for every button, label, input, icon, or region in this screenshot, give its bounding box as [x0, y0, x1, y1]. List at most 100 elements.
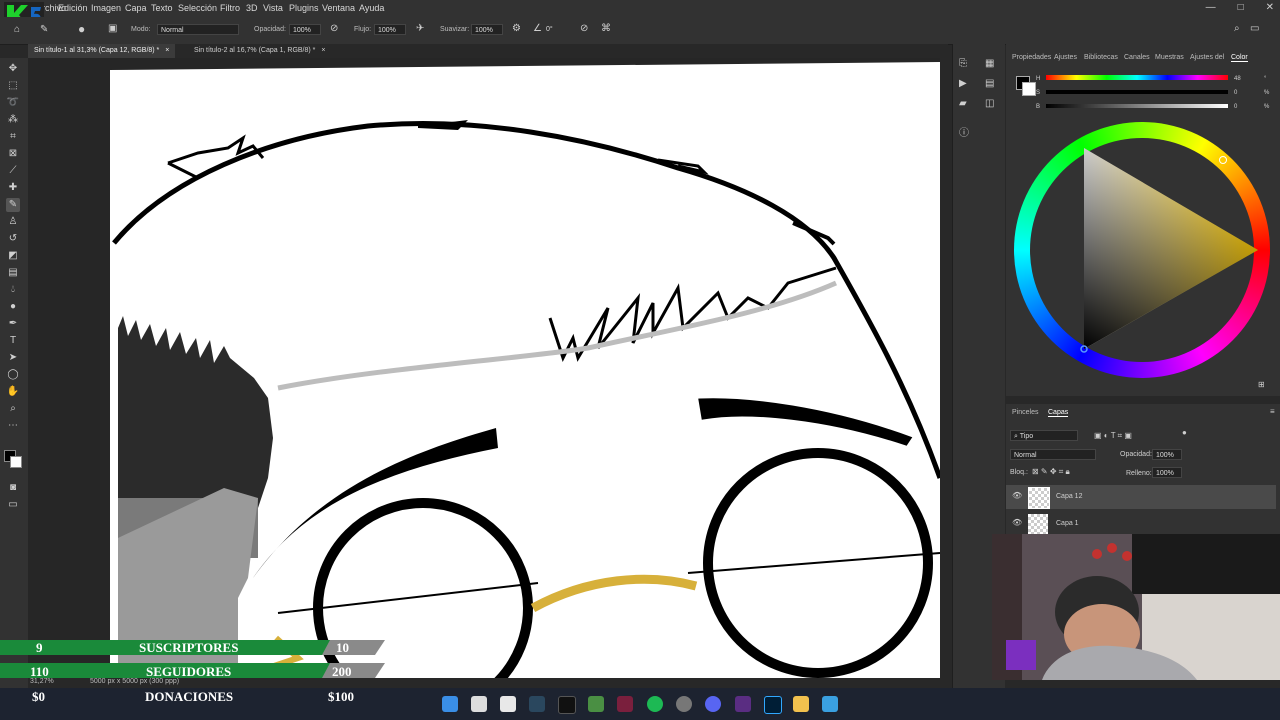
menu-plugins[interactable]: Plugins — [289, 3, 319, 13]
settings-gear-icon[interactable]: ⚙ — [512, 23, 521, 34]
spotify-icon[interactable] — [647, 696, 663, 712]
brightness-value[interactable]: 0 — [1234, 104, 1237, 110]
tab-propiedades[interactable]: Propiedades — [1012, 54, 1051, 61]
tab-ajustes[interactable]: Ajustes — [1054, 54, 1077, 61]
visibility-eye-icon[interactable]: 👁︎ — [1012, 518, 1022, 527]
path-select-tool-icon[interactable]: ➤ — [6, 351, 20, 365]
panel-menu-icon[interactable]: ≡ — [1270, 407, 1275, 416]
drawing-canvas[interactable] — [28, 58, 940, 678]
tab-muestras[interactable]: Muestras — [1155, 54, 1184, 61]
mode-select[interactable]: Normal — [157, 24, 239, 35]
layer-name[interactable]: Capa 1 — [1056, 520, 1079, 527]
tab-ajustes-del[interactable]: Ajustes del — [1190, 54, 1224, 61]
close-tab-icon[interactable]: × — [165, 47, 169, 54]
maximize-icon[interactable]: □ — [1238, 2, 1244, 13]
home-icon[interactable]: ⌂ — [14, 24, 20, 35]
search-icon[interactable]: ⌕ — [1234, 23, 1240, 34]
workspace-icon[interactable]: ▭ — [1250, 23, 1259, 34]
discord-icon[interactable] — [705, 696, 721, 712]
canvas-area[interactable] — [28, 58, 940, 678]
table-panel-icon[interactable]: ▤ — [985, 78, 994, 89]
menu-capa[interactable]: Capa — [125, 3, 147, 13]
layer-filter-select[interactable]: ⌕ Tipo — [1010, 430, 1078, 441]
menu-3d[interactable]: 3D — [246, 3, 258, 13]
type-tool-icon[interactable]: T — [6, 334, 20, 348]
windows-icon[interactable] — [442, 696, 458, 712]
properties-panel-icon[interactable]: ◫ — [985, 98, 994, 109]
menu-filtro[interactable]: Filtro — [220, 3, 240, 13]
tab-document-2[interactable]: Sin título-2 al 16,7% (Capa 1, RGB/8) * … — [188, 44, 331, 58]
fill-field[interactable]: 100% — [1152, 467, 1182, 478]
shape-tool-icon[interactable]: ◯ — [6, 368, 20, 382]
background-swatch[interactable] — [1022, 82, 1036, 96]
flow-field[interactable]: 100% — [374, 24, 406, 35]
tab-color[interactable]: Color — [1231, 54, 1248, 62]
play-actions-icon[interactable]: ▶ — [959, 78, 967, 89]
background-color-swatch[interactable] — [10, 456, 22, 468]
hue-slider[interactable] — [1046, 75, 1228, 80]
minimize-icon[interactable]: — — [1206, 2, 1216, 13]
stamp-tool-icon[interactable]: ♙ — [6, 215, 20, 229]
menu-ventana[interactable]: Ventana — [322, 3, 355, 13]
zoom-tool-icon[interactable]: ⌕ — [6, 402, 20, 416]
steam-icon[interactable] — [529, 696, 545, 712]
menu-ayuda[interactable]: Ayuda — [359, 3, 384, 13]
layer-name[interactable]: Capa 12 — [1056, 493, 1082, 500]
comments-panel-icon[interactable]: ▰ — [959, 98, 967, 109]
saturation-slider[interactable] — [1046, 90, 1228, 94]
tab-bibliotecas[interactable]: Bibliotecas — [1084, 54, 1118, 61]
frame-tool-icon[interactable]: ⊠ — [6, 147, 20, 161]
healing-tool-icon[interactable]: ✚ — [6, 181, 20, 195]
tiktok-icon[interactable] — [558, 696, 576, 714]
app-icon[interactable] — [735, 696, 751, 712]
eraser-tool-icon[interactable]: ◩ — [6, 249, 20, 263]
layer-row[interactable]: 👁︎ Capa 1 — [1006, 512, 1276, 536]
gradient-tool-icon[interactable]: ▤ — [6, 266, 20, 280]
swatches-panel-icon[interactable]: ▦ — [985, 58, 994, 69]
app-icon[interactable] — [822, 696, 838, 712]
blur-tool-icon[interactable]: 💧︎ — [6, 283, 20, 297]
crop-tool-icon[interactable]: ⌗ — [6, 130, 20, 144]
angle-field[interactable]: 0° — [543, 24, 571, 35]
info-panel-icon[interactable]: ⓘ — [959, 124, 969, 139]
dodge-tool-icon[interactable]: ● — [6, 300, 20, 314]
quick-mask-icon[interactable]: ◙ — [6, 481, 20, 495]
pen-tool-icon[interactable]: ✒ — [6, 317, 20, 331]
app-icon[interactable] — [588, 696, 604, 712]
folder-icon[interactable] — [793, 696, 809, 712]
smooth-field[interactable]: 100% — [471, 24, 503, 35]
menu-imagen[interactable]: Imagen — [91, 3, 121, 13]
brush-panel-icon[interactable]: ▣ — [108, 23, 117, 34]
filter-toggle-icon[interactable]: ● — [1182, 428, 1187, 437]
brightness-slider[interactable] — [1046, 104, 1228, 108]
expand-icon[interactable]: ⊞ — [1258, 380, 1265, 389]
pressure-size-icon[interactable]: ⊘ — [580, 23, 588, 34]
app-icon[interactable] — [676, 696, 692, 712]
lock-icons[interactable]: ⊠ ✎ ✥ ⌗ 🔒︎ — [1032, 467, 1070, 477]
blend-mode-select[interactable]: Normal — [1010, 449, 1096, 460]
layer-row[interactable]: 👁︎ Capa 12 — [1006, 485, 1276, 509]
menu-texto[interactable]: Texto — [151, 3, 173, 13]
symmetry-icon[interactable]: ⌘ — [601, 23, 611, 34]
tab-document-1[interactable]: Sin título-1 al 31,3% (Capa 12, RGB/8) *… — [28, 44, 176, 58]
layer-opacity-field[interactable]: 100% — [1152, 449, 1182, 460]
quick-select-tool-icon[interactable]: ⁂ — [6, 113, 20, 127]
hue-ring-handle[interactable] — [1219, 156, 1227, 164]
marquee-tool-icon[interactable]: ⬚ — [6, 79, 20, 93]
visibility-eye-icon[interactable]: 👁︎ — [1012, 491, 1022, 500]
more-tools-icon[interactable]: ⋯ — [6, 419, 20, 433]
filter-pixel-icon[interactable]: ▣ ◐ T ⌗ ▣ — [1094, 431, 1132, 441]
color-triangle[interactable] — [1076, 144, 1266, 354]
pressure-opacity-icon[interactable]: ⊘ — [330, 23, 338, 34]
tab-canales[interactable]: Canales — [1124, 54, 1150, 61]
brush-tool-icon[interactable]: ✎ — [6, 198, 20, 212]
close-icon[interactable]: ✕ — [1266, 2, 1274, 13]
search-icon[interactable] — [471, 696, 487, 712]
history-brush-tool-icon[interactable]: ↺ — [6, 232, 20, 246]
menu-edicion[interactable]: Edición — [58, 3, 88, 13]
tab-pinceles[interactable]: Pinceles — [1012, 409, 1038, 416]
hue-value[interactable]: 48 — [1234, 76, 1241, 82]
menu-seleccion[interactable]: Selección — [178, 3, 217, 13]
airbrush-icon[interactable]: ✈ — [416, 23, 424, 34]
store-icon[interactable] — [500, 696, 516, 712]
